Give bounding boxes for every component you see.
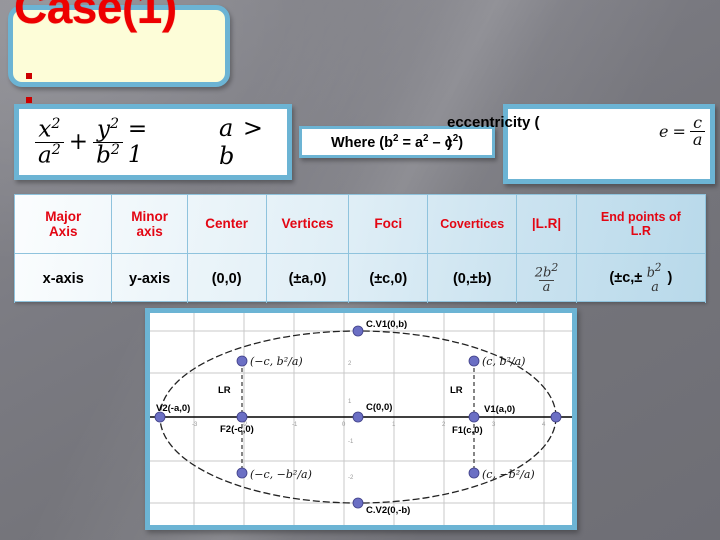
point-focus-2 bbox=[236, 411, 248, 423]
header-foci: Foci bbox=[348, 195, 429, 254]
ellipse-diagram: -3 -2 -1 0 1 2 3 4 2 1 -1 -2 C.V1(0,b) C… bbox=[145, 308, 577, 530]
svg-text:2: 2 bbox=[442, 422, 446, 428]
eccentricity-denominator: a bbox=[689, 131, 706, 148]
where-condition-text: Where (b2 = a2 – c2) bbox=[331, 133, 463, 151]
eccentricity-fraction: c a bbox=[689, 113, 706, 148]
bullet-marker-1 bbox=[26, 73, 32, 79]
a-greater-b-condition: a > b bbox=[218, 114, 264, 170]
lr-endpoints-prefix: (±c,± bbox=[609, 270, 643, 287]
label-covertex-2: C.V2(0,-b) bbox=[366, 505, 410, 516]
svg-text:3: 3 bbox=[492, 422, 496, 428]
equals-one: = 1 bbox=[127, 116, 148, 168]
value-minor-axis: y-axis bbox=[111, 253, 188, 303]
header-lr-endpoints: End points of L.R bbox=[575, 195, 707, 254]
svg-text:-2: -2 bbox=[348, 475, 354, 481]
header-center: Center bbox=[186, 195, 267, 254]
point-lr-upper-right bbox=[468, 355, 480, 367]
label-point-upper-left: (−c, b²/a) bbox=[250, 355, 303, 368]
ellipse-diagram-svg: -3 -2 -1 0 1 2 3 4 2 1 -1 -2 C.V1(0,b) C… bbox=[150, 313, 572, 525]
eccentricity-label: eccentricity () bbox=[447, 113, 577, 154]
svg-text:-3: -3 bbox=[192, 422, 198, 428]
lr-endpoints-fraction: b2 a bbox=[646, 260, 663, 295]
value-center: (0,0) bbox=[186, 253, 267, 303]
a-denominator: a bbox=[38, 142, 52, 169]
point-focus-1 bbox=[468, 411, 480, 423]
value-lr-endpoints: (±c,± b2 a ) bbox=[575, 253, 707, 303]
svg-text:2: 2 bbox=[348, 361, 352, 367]
table-header-row: Major Axis Minor axis Center Vertices Foci… bbox=[13, 195, 707, 254]
value-vertices: (±a,0) bbox=[265, 253, 350, 303]
label-focus-1: F1(c,0) bbox=[452, 425, 483, 436]
header-minor-axis: Minor axis bbox=[111, 195, 188, 254]
eccentricity-label-close: ) bbox=[447, 134, 452, 152]
point-lr-upper-left bbox=[236, 355, 248, 367]
header-covertices: Covertices bbox=[427, 195, 518, 254]
lr-endpoints-expression: (±c,± b2 a ) bbox=[609, 260, 673, 295]
ellipse-properties-table: Major Axis Minor axis Center Vertices Foci… bbox=[13, 194, 707, 303]
point-covertex-2 bbox=[352, 497, 364, 509]
y-term-fraction: y2 b2 bbox=[93, 117, 123, 167]
label-point-lower-left: (−c, −b²/a) bbox=[250, 468, 312, 481]
eccentricity-formula: e = c a bbox=[659, 113, 706, 148]
label-center: C(0,0) bbox=[366, 402, 392, 413]
label-covertex-1: C.V1(0,b) bbox=[366, 319, 407, 330]
eccentricity-e-symbol: e bbox=[659, 122, 669, 141]
lr-length-fraction: 2b2 a bbox=[534, 261, 559, 296]
svg-text:-1: -1 bbox=[348, 439, 354, 445]
bullet-marker-2 bbox=[26, 97, 32, 103]
x-term-fraction: x2 a2 bbox=[35, 117, 64, 167]
label-point-upper-right: (c, b²/a) bbox=[482, 355, 525, 368]
point-lr-lower-left bbox=[236, 467, 248, 479]
eccentricity-equals: = bbox=[672, 122, 686, 141]
svg-text:1: 1 bbox=[392, 422, 396, 428]
header-vertices: Vertices bbox=[265, 195, 350, 254]
point-center bbox=[352, 411, 364, 423]
table-value-row: x-axis y-axis (0,0) (±a,0) (±c,0) (0,±b)… bbox=[13, 253, 707, 303]
point-lr-lower-right bbox=[468, 467, 480, 479]
eccentricity-label-open: eccentricity ( bbox=[447, 114, 540, 131]
label-vertex-2: V2(-a,0) bbox=[156, 403, 190, 414]
svg-text:1: 1 bbox=[348, 399, 352, 405]
point-covertex-1 bbox=[352, 325, 364, 337]
header-latus-rectum-length: |L.R| bbox=[516, 195, 577, 254]
b-denominator: b bbox=[96, 142, 111, 169]
value-latus-rectum-length: 2b2 a bbox=[516, 253, 577, 303]
slide-canvas: Case(1) x2 a2 + y2 b2 = 1 a > b Where (b… bbox=[0, 0, 720, 540]
lr-endpoints-suffix: ) bbox=[667, 270, 673, 287]
svg-text:4: 4 bbox=[542, 422, 546, 428]
label-point-lower-right: (c, −b²/a) bbox=[482, 468, 535, 481]
where-mid: = a bbox=[398, 134, 424, 151]
label-lr-right: LR bbox=[450, 385, 463, 396]
svg-text:0: 0 bbox=[342, 422, 346, 428]
svg-text:-1: -1 bbox=[292, 422, 298, 428]
label-lr-left: LR bbox=[218, 385, 231, 396]
standard-equation: x2 a2 + y2 b2 = 1 a > b bbox=[35, 114, 287, 170]
eccentricity-numerator: c bbox=[693, 113, 703, 132]
y-numerator: y bbox=[96, 116, 110, 143]
value-major-axis: x-axis bbox=[13, 253, 113, 303]
label-vertex-1: V1(a,0) bbox=[484, 404, 515, 415]
page-title: Case(1) bbox=[14, 0, 177, 33]
header-major-axis: Major Axis bbox=[13, 195, 113, 254]
x-numerator: x bbox=[38, 116, 52, 143]
standard-equation-box: x2 a2 + y2 b2 = 1 a > b bbox=[14, 104, 292, 180]
value-foci: (±c,0) bbox=[348, 253, 429, 303]
plus-sign: + bbox=[68, 129, 89, 155]
label-focus-2: F2(-c,0) bbox=[220, 424, 254, 435]
point-vertex-1 bbox=[550, 411, 562, 423]
where-prefix: Where (b bbox=[330, 134, 393, 151]
value-covertices: (0,±b) bbox=[427, 253, 518, 303]
coordinate-labels: (−c, b²/a) (−c, −b²/a) (c, b²/a) (c, −b²… bbox=[250, 355, 535, 481]
